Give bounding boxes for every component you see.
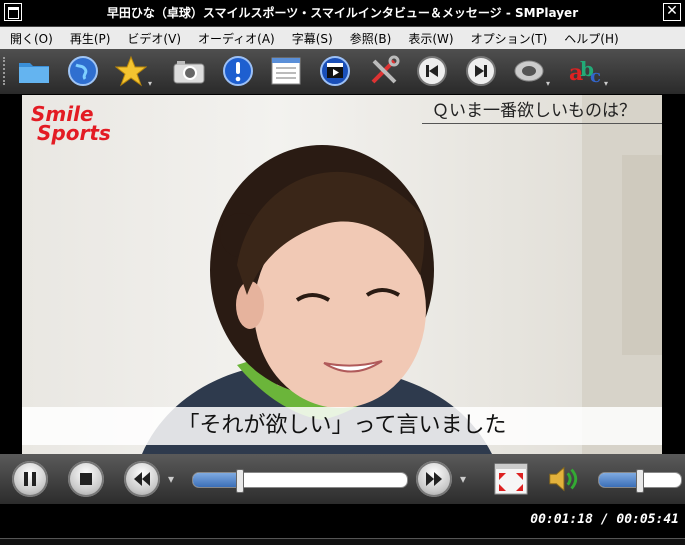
audio-speaker-icon[interactable] (512, 54, 546, 88)
menu-options[interactable]: オプション(T) (471, 30, 548, 47)
close-icon[interactable]: ✕ (663, 3, 681, 21)
forward-icon (426, 472, 442, 486)
volume-handle[interactable] (636, 469, 644, 493)
seek-handle[interactable] (236, 469, 245, 493)
pause-button[interactable] (12, 461, 48, 497)
pause-icon (24, 472, 36, 486)
status-bar: 00:01:18 / 00:05:41 (0, 504, 685, 538)
chevron-down-icon[interactable]: ▾ (546, 79, 550, 88)
smile-sports-logo: Smile Sports (31, 104, 111, 145)
chevron-down-icon[interactable]: ▾ (604, 79, 608, 88)
time-display: 00:01:18 / 00:05:41 (530, 512, 679, 527)
rewind-button[interactable] (124, 461, 160, 497)
volume-speaker-icon[interactable] (546, 462, 580, 496)
menu-help[interactable]: ヘルプ(H) (564, 30, 618, 47)
seek-slider[interactable] (192, 472, 408, 488)
menu-audio[interactable]: オーディオ(A) (198, 30, 275, 47)
tools-icon[interactable] (367, 54, 401, 88)
control-bar: ▾ ▾ (0, 454, 685, 504)
toolbar-grip[interactable] (3, 57, 9, 85)
video-frame (142, 95, 662, 454)
stop-button[interactable] (68, 461, 104, 497)
menu-play[interactable]: 再生(P) (70, 30, 111, 47)
subtitles-abc-icon[interactable]: abc (568, 54, 602, 88)
logo-line2: Sports (37, 121, 111, 145)
fullscreen-icon[interactable] (494, 462, 528, 496)
chevron-down-icon[interactable]: ▾ (168, 472, 174, 486)
previous-track-icon[interactable] (415, 54, 449, 88)
globe-icon[interactable] (66, 54, 100, 88)
folder-icon[interactable] (17, 54, 51, 88)
volume-fill (599, 473, 640, 487)
rewind-icon (134, 472, 150, 486)
svg-text:c: c (590, 66, 601, 86)
forward-button[interactable] (416, 461, 452, 497)
next-track-icon[interactable] (464, 54, 498, 88)
window-title: 早田ひな（卓球）スマイルスポーツ・スマイルインタビュー＆メッセージ - SMPl… (106, 6, 579, 20)
info-icon[interactable] (221, 54, 255, 88)
question-overlay: Ｑいま一番欲しいものは？ (422, 98, 662, 124)
video-area[interactable]: Smile Sports Ｑいま一番欲しいものは？ 「それが欲しい」って言いまし… (22, 95, 662, 454)
toolbar: ▾ ▾ abc ▾ (0, 49, 685, 94)
chevron-down-icon[interactable]: ▾ (148, 79, 152, 88)
chevron-down-icon[interactable]: ▾ (460, 472, 466, 486)
playlist-icon[interactable] (269, 54, 303, 88)
favorites-star-icon[interactable] (114, 54, 148, 88)
seek-fill (193, 473, 241, 487)
window-menu-icon[interactable] (4, 3, 22, 21)
camera-icon[interactable] (172, 54, 206, 88)
smplayer-window: 早田ひな（卓球）スマイルスポーツ・スマイルインタビュー＆メッセージ - SMPl… (0, 0, 685, 545)
menu-browse[interactable]: 参照(B) (350, 30, 392, 47)
menu-video[interactable]: ビデオ(V) (127, 30, 181, 47)
menu-subtitles[interactable]: 字幕(S) (292, 30, 333, 47)
subtitle-caption: 「それが欲しい」って言いました (22, 407, 662, 445)
menu-bar: 開く(O) 再生(P) ビデオ(V) オーディオ(A) 字幕(S) 参照(B) … (0, 27, 685, 49)
video-clapper-icon[interactable] (318, 54, 352, 88)
title-bar: 早田ひな（卓球）スマイルスポーツ・スマイルインタビュー＆メッセージ - SMPl… (0, 0, 685, 27)
menu-open[interactable]: 開く(O) (10, 30, 53, 47)
stop-icon (80, 473, 92, 485)
menu-view[interactable]: 表示(W) (408, 30, 453, 47)
